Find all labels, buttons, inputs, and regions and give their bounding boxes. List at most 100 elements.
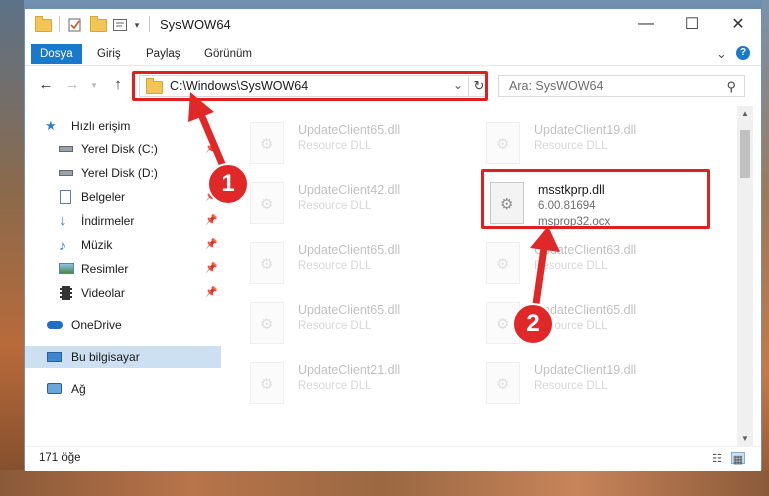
minimize-button[interactable]: — [623, 9, 669, 39]
separator [149, 16, 150, 32]
scroll-down-icon[interactable]: ▼ [737, 434, 753, 443]
search-icon: ⚲ [726, 79, 736, 94]
dll-file-icon [250, 182, 284, 224]
drive-icon [59, 170, 73, 176]
file-description: Resource DLL [298, 260, 372, 272]
documents-icon [60, 190, 71, 204]
scrollbar-thumb[interactable] [740, 130, 750, 178]
search-placeholder: Ara: SysWOW64 [509, 79, 604, 93]
file-item[interactable]: UpdateClient21.dll Resource DLL [250, 360, 480, 416]
file-name: UpdateClient65.dll [298, 123, 401, 137]
customize-toolbar-dropdown-icon[interactable]: ▾ [131, 16, 143, 34]
nav-item-videos[interactable]: Videolar 📌 [25, 282, 221, 304]
nav-label: Ağ [71, 382, 86, 396]
file-description: Resource DLL [534, 260, 608, 272]
desktop-background-left [0, 0, 24, 496]
pin-icon[interactable]: 📌 [205, 263, 217, 274]
pin-icon[interactable]: 📌 [205, 143, 217, 154]
file-highlight [481, 169, 710, 229]
desktop-background-bottom [0, 470, 769, 496]
file-name: UpdateClient63.dll [534, 243, 637, 257]
file-description: Resource DLL [298, 380, 372, 392]
computer-icon [47, 352, 62, 362]
dll-file-icon [250, 242, 284, 284]
dll-file-icon [486, 362, 520, 404]
tab-share[interactable]: Paylaş [137, 44, 190, 64]
file-name: UpdateClient65.dll [298, 243, 401, 257]
vertical-scrollbar[interactable]: ▲ ▼ [737, 106, 753, 446]
nav-label: Belgeler [81, 190, 126, 204]
properties-icon[interactable] [67, 16, 83, 34]
nav-item-quick-access[interactable]: ★ Hızlı erişim [25, 115, 221, 137]
file-item[interactable]: UpdateClient65.dll Resource DLL [250, 120, 480, 176]
back-arrow-icon[interactable]: ← [37, 76, 55, 94]
tiles-view-icon[interactable]: ▦ [731, 452, 745, 466]
tab-view[interactable]: Görünüm [195, 44, 261, 64]
file-description: Resource DLL [534, 380, 608, 392]
close-button[interactable]: ✕ [715, 9, 761, 39]
pin-icon[interactable]: 📌 [205, 287, 217, 298]
file-name: UpdateClient21.dll [298, 363, 401, 377]
star-icon: ★ [45, 118, 57, 133]
file-item[interactable]: UpdateClient19.dll Resource DLL [486, 120, 716, 176]
file-list: UpdateClient65.dll Resource DLL UpdateCl… [222, 106, 737, 446]
nav-item-downloads[interactable]: ↓ İndirmeler 📌 [25, 210, 221, 232]
nav-item-documents[interactable]: Belgeler 📌 [25, 186, 221, 208]
recent-locations-icon[interactable]: ▾ [85, 76, 103, 94]
cloud-icon [47, 321, 63, 329]
nav-label: OneDrive [71, 318, 122, 332]
pin-icon[interactable]: 📌 [205, 239, 217, 250]
file-name: UpdateClient65.dll [298, 303, 401, 317]
file-description: Resource DLL [298, 320, 372, 332]
nav-label: Videolar [81, 286, 125, 300]
tab-home[interactable]: Giriş [88, 44, 130, 64]
callout-badge-1: 1 [207, 163, 249, 205]
file-item[interactable]: UpdateClient65.dll Resource DLL [250, 300, 480, 356]
nav-label: Bu bilgisayar [71, 350, 140, 364]
search-input[interactable]: Ara: SysWOW64 ⚲ [498, 75, 745, 97]
nav-label: Yerel Disk (C:) [81, 142, 158, 156]
nav-label: İndirmeler [81, 214, 135, 228]
maximize-button[interactable]: ☐ [669, 9, 715, 39]
drive-icon [59, 146, 73, 152]
file-item[interactable]: UpdateClient65.dll Resource DLL [250, 240, 480, 296]
nav-label: Hızlı erişim [71, 119, 131, 133]
desktop-background-right [762, 0, 769, 496]
file-name: UpdateClient19.dll [534, 363, 637, 377]
dll-file-icon [250, 122, 284, 164]
tab-file[interactable]: Dosya [31, 44, 82, 64]
dll-file-icon [250, 362, 284, 404]
file-item[interactable]: UpdateClient19.dll Resource DLL [486, 360, 716, 416]
ribbon-collapse-icon[interactable]: ⌄ [707, 44, 736, 64]
rename-icon[interactable] [111, 16, 129, 34]
pin-icon[interactable]: 📌 [205, 215, 217, 226]
nav-item-onedrive[interactable]: OneDrive [25, 314, 221, 336]
folder-icon [33, 15, 53, 34]
dll-file-icon [486, 242, 520, 284]
nav-item-local-disk-d[interactable]: Yerel Disk (D:) [25, 162, 221, 184]
up-arrow-icon[interactable]: ↑ [109, 76, 127, 94]
nav-item-this-pc[interactable]: Bu bilgisayar [25, 346, 221, 368]
nav-label: Yerel Disk (D:) [81, 166, 158, 180]
new-folder-icon[interactable] [89, 15, 107, 34]
dll-file-icon [250, 302, 284, 344]
pictures-icon [59, 263, 74, 274]
address-bar-highlight [132, 71, 488, 101]
forward-arrow-icon[interactable]: → [63, 76, 81, 94]
nav-item-pictures[interactable]: Resimler 📌 [25, 258, 221, 280]
nav-item-network[interactable]: Ağ [25, 378, 221, 400]
nav-item-local-disk-c[interactable]: Yerel Disk (C:) 📌 [25, 138, 221, 160]
nav-item-music[interactable]: ♪ Müzik 📌 [25, 234, 221, 256]
help-icon[interactable]: ? [736, 46, 750, 60]
file-description: Resource DLL [298, 140, 372, 152]
details-view-icon[interactable]: ☷ [710, 452, 724, 465]
file-description: Resource DLL [298, 200, 372, 212]
nav-label: Müzik [81, 238, 113, 252]
scroll-up-icon[interactable]: ▲ [737, 109, 753, 118]
file-item[interactable]: UpdateClient42.dll Resource DLL [250, 180, 480, 236]
downloads-icon: ↓ [59, 212, 67, 229]
network-icon [47, 383, 62, 394]
window-title: SysWOW64 [160, 17, 231, 32]
file-item[interactable]: UpdateClient63.dll Resource DLL [486, 240, 716, 296]
status-bar: 171 öğe ☷ ▦ [25, 446, 761, 471]
